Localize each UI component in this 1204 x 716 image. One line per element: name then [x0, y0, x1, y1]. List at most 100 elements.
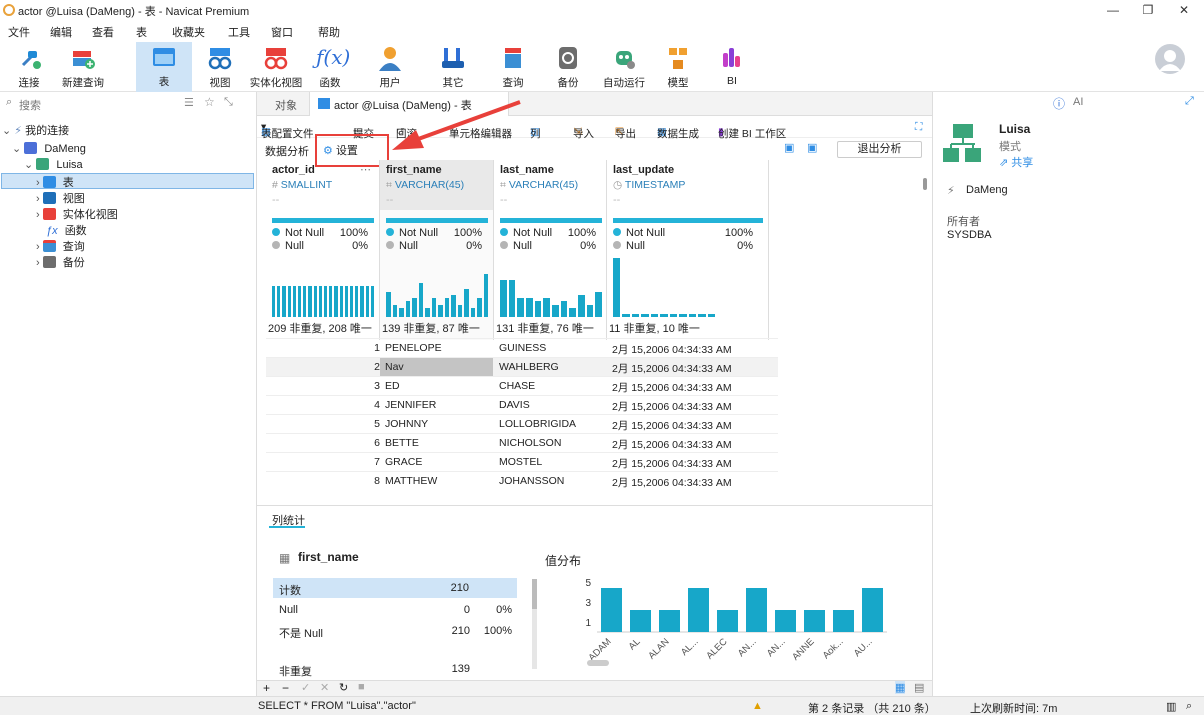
cell-first-name[interactable]: Nav	[380, 358, 493, 376]
fullscreen-icon[interactable]: ⛶	[915, 121, 922, 134]
discard-icon[interactable]: ✕	[320, 681, 329, 694]
menu-table[interactable]: 表	[136, 24, 147, 40]
add-record-icon[interactable]: +	[263, 681, 270, 695]
distribution-bar[interactable]	[775, 610, 796, 632]
cell-last-update[interactable]: 2月 15,2006 04:34:33 AM	[612, 342, 732, 357]
table-row[interactable]: 8 MATTHEW JOHANSSON 2月 15,2006 04:34:33 AM	[266, 471, 778, 490]
menu-help[interactable]: 帮助	[318, 24, 340, 40]
column-profile-last-update[interactable]: last_update ◷ TIMESTAMP -- Not Null 100% …	[607, 160, 769, 340]
apply-icon[interactable]: ✓	[301, 681, 310, 694]
cell-last-name[interactable]: JOHANSSON	[499, 475, 564, 487]
tab-objects[interactable]: 对象	[275, 97, 297, 113]
distribution-bar[interactable]	[717, 610, 738, 632]
tree-item-materialized-views[interactable]: › 实体化视图	[36, 206, 118, 222]
backup-button[interactable]: 备份	[540, 43, 596, 91]
distribution-bar[interactable]	[746, 588, 767, 632]
view-button[interactable]: 视图	[192, 43, 248, 91]
column-profile-first-name[interactable]: first_name ⌗ VARCHAR(45) -- Not Null 100%…	[380, 160, 494, 340]
status-zoom-icon[interactable]: ⌕	[1186, 700, 1192, 713]
distribution-bar[interactable]	[630, 610, 651, 632]
vertical-scrollbar[interactable]	[923, 178, 927, 190]
model-button[interactable]: 模型	[650, 43, 706, 91]
chart-scrollbar[interactable]	[587, 660, 609, 666]
table-row[interactable]: 4 JENNIFER DAVIS 2月 15,2006 04:34:33 AM	[266, 395, 778, 414]
tree-connection-dameng[interactable]: ⌄ DaMeng	[12, 142, 86, 155]
collapse-icon[interactable]: ⤡	[224, 96, 233, 109]
table-row[interactable]: 2 Nav WAHLBERG 2月 15,2006 04:34:33 AM	[266, 357, 778, 376]
tree-item-queries[interactable]: › 查询	[36, 238, 85, 254]
cell-last-update[interactable]: 2月 15,2006 04:34:33 AM	[612, 380, 732, 395]
info-icon[interactable]: ⓘ	[1053, 95, 1065, 112]
new-query-button[interactable]: 新建查询	[54, 43, 112, 91]
tree-item-functions[interactable]: ƒx 函数	[46, 222, 87, 238]
cell-last-name[interactable]: WAHLBERG	[499, 361, 559, 373]
search-input[interactable]: 搜索	[19, 97, 41, 113]
stat-row[interactable]: 非重复 139	[273, 659, 518, 679]
cell-last-update[interactable]: 2月 15,2006 04:34:33 AM	[612, 437, 732, 452]
warning-icon[interactable]: ▲	[752, 700, 763, 712]
column-profile-actor-id[interactable]: actor_id ⋯ # SMALLINT -- Not Null 100% Nu…	[266, 160, 380, 340]
filter-icon[interactable]: ☰	[184, 96, 194, 109]
stat-row[interactable]: Null 0 0%	[273, 600, 518, 620]
function-button[interactable]: ƒ(x) 函数	[302, 43, 358, 91]
cell-last-name[interactable]: CHASE	[499, 380, 535, 392]
menu-view[interactable]: 查看	[92, 24, 114, 40]
auto-run-button[interactable]: 自动运行	[596, 43, 652, 91]
tree-item-backups[interactable]: › 备份	[36, 254, 85, 270]
cell-first-name[interactable]: BETTE	[380, 434, 493, 452]
close-button[interactable]: ✕	[1166, 0, 1202, 20]
cell-last-name[interactable]: LOLLOBRIGIDA	[499, 418, 576, 430]
stats-scrollbar[interactable]	[532, 579, 537, 669]
table-row[interactable]: 5 JOHNNY LOLLOBRIGIDA 2月 15,2006 04:34:33 A…	[266, 414, 778, 433]
settings-button[interactable]: ⚙ 设置	[323, 142, 358, 158]
materialized-view-button[interactable]: 实体化视图	[248, 43, 304, 91]
expand-icon[interactable]: ⤢	[1185, 95, 1194, 108]
avatar[interactable]	[1155, 44, 1185, 74]
column-profile-last-name[interactable]: last_name ⌗ VARCHAR(45) -- Not Null 100% …	[494, 160, 607, 340]
distribution-bar[interactable]	[601, 588, 622, 632]
distribution-bar[interactable]	[659, 610, 680, 632]
cell-last-update[interactable]: 2月 15,2006 04:34:33 AM	[612, 361, 732, 376]
star-icon[interactable]: ☆	[204, 95, 215, 109]
cell-last-update[interactable]: 2月 15,2006 04:34:33 AM	[612, 418, 732, 433]
stop-icon[interactable]: ■	[358, 681, 365, 693]
distribution-bar[interactable]	[833, 610, 854, 632]
layout-bottom-icon[interactable]: ▣	[807, 141, 817, 154]
tree-schema-luisa[interactable]: ⌄ Luisa	[24, 158, 83, 171]
refresh-icon[interactable]: ↻	[339, 681, 348, 694]
table-row[interactable]: 3 ED CHASE 2月 15,2006 04:34:33 AM	[266, 376, 778, 395]
table-profile-button[interactable]: ▦ 表配置文件 ▾	[261, 121, 314, 140]
user-button[interactable]: 用户	[362, 43, 418, 91]
menu-file[interactable]: 文件	[8, 24, 30, 40]
cell-last-name[interactable]: GUINESS	[499, 342, 546, 354]
cell-last-name[interactable]: DAVIS	[499, 399, 530, 411]
grid-view-icon[interactable]: ▦	[895, 681, 906, 694]
other-button[interactable]: 其它	[425, 43, 481, 91]
connect-button[interactable]: 连接	[0, 43, 58, 91]
table-button[interactable]: 表	[136, 42, 192, 92]
stat-row[interactable]: 计数 210	[273, 578, 517, 598]
cell-first-name[interactable]: PENELOPE	[380, 339, 493, 357]
distribution-bar[interactable]	[804, 610, 825, 632]
share-link[interactable]: ⇗ 共享	[999, 154, 1033, 170]
menu-edit[interactable]: 编辑	[50, 24, 72, 40]
stat-row[interactable]: 不是 Null 210 100%	[273, 621, 518, 641]
query-button[interactable]: 查询	[485, 43, 541, 91]
cell-first-name[interactable]: MATTHEW	[380, 472, 493, 490]
cell-first-name[interactable]: JOHNNY	[380, 415, 493, 433]
cell-last-update[interactable]: 2月 15,2006 04:34:33 AM	[612, 475, 732, 490]
table-row[interactable]: 1 PENELOPE GUINESS 2月 15,2006 04:34:33 AM	[266, 338, 778, 357]
menu-window[interactable]: 窗口	[271, 24, 293, 40]
cell-first-name[interactable]: ED	[380, 377, 493, 395]
exit-analysis-button[interactable]: 退出分析	[837, 141, 922, 158]
cell-first-name[interactable]: JENNIFER	[380, 396, 493, 414]
tree-item-views[interactable]: › 视图	[36, 190, 85, 206]
search-bar[interactable]: ⌕ 搜索 ☰ ☆ ⤡	[6, 95, 250, 113]
minimize-button[interactable]: —	[1095, 0, 1131, 20]
form-view-icon[interactable]: ▤	[914, 681, 924, 694]
distribution-bar[interactable]	[862, 588, 883, 632]
layout-top-icon[interactable]: ▣	[784, 141, 794, 154]
menu-favorites[interactable]: 收藏夹	[172, 24, 205, 40]
table-row[interactable]: 7 GRACE MOSTEL 2月 15,2006 04:34:33 AM	[266, 452, 778, 471]
cell-last-update[interactable]: 2月 15,2006 04:34:33 AM	[612, 456, 732, 471]
